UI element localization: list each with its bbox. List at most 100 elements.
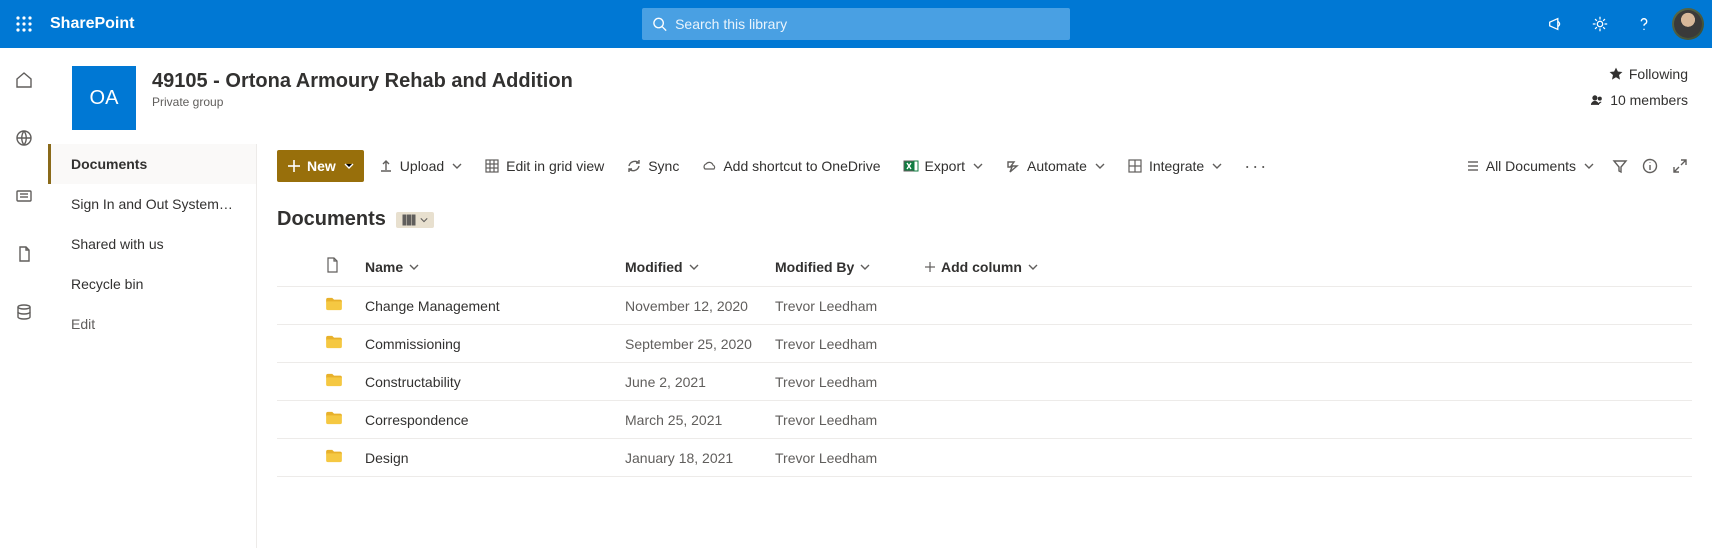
search-box[interactable] xyxy=(642,8,1070,40)
upload-button[interactable]: Upload xyxy=(370,150,470,182)
row-modified: June 2, 2021 xyxy=(617,363,767,401)
row-name[interactable]: Constructability xyxy=(357,363,617,401)
row-select[interactable] xyxy=(277,325,317,363)
grid-icon xyxy=(484,158,500,174)
settings-icon[interactable] xyxy=(1580,0,1620,48)
nav-documents[interactable]: Documents xyxy=(48,144,256,184)
integrate-button[interactable]: Integrate xyxy=(1119,150,1230,182)
search-input[interactable] xyxy=(675,16,1060,32)
folder-icon xyxy=(325,297,343,311)
row-modified-by[interactable]: Trevor Leedham xyxy=(767,325,917,363)
command-bar: New Upload Edit in grid view S xyxy=(257,144,1712,188)
row-select[interactable] xyxy=(277,401,317,439)
help-icon[interactable] xyxy=(1624,0,1664,48)
following-button[interactable]: Following xyxy=(1590,66,1688,82)
row-spacer xyxy=(1057,363,1692,401)
members-label: 10 members xyxy=(1610,92,1688,108)
nav-recycle-bin[interactable]: Recycle bin xyxy=(48,264,256,304)
row-select[interactable] xyxy=(277,439,317,477)
nav-shared-with-us[interactable]: Shared with us xyxy=(48,224,256,264)
new-button[interactable]: New xyxy=(277,150,364,182)
header-row: Name Modified Modified By Add column xyxy=(277,247,1692,287)
type-header[interactable] xyxy=(317,247,357,287)
row-name[interactable]: Correspondence xyxy=(357,401,617,439)
library-heading-row: Documents xyxy=(257,188,1712,239)
view-switcher[interactable] xyxy=(396,212,434,228)
row-select[interactable] xyxy=(277,287,317,325)
export-button[interactable]: Export xyxy=(895,150,991,182)
row-type xyxy=(317,439,357,477)
row-name[interactable]: Design xyxy=(357,439,617,477)
more-button[interactable]: ··· xyxy=(1236,156,1276,177)
sync-button[interactable]: Sync xyxy=(618,150,687,182)
onedrive-icon xyxy=(701,158,717,174)
nav-edit[interactable]: Edit xyxy=(51,304,256,344)
nav-signin-system[interactable]: Sign In and Out System (... xyxy=(48,184,256,224)
modified-header-label: Modified xyxy=(625,259,683,275)
row-spacer xyxy=(1057,439,1692,477)
row-modified-by[interactable]: Trevor Leedham xyxy=(767,287,917,325)
row-empty xyxy=(917,363,1057,401)
expand-button[interactable] xyxy=(1668,150,1692,182)
edit-grid-button[interactable]: Edit in grid view xyxy=(476,150,612,182)
view-selector[interactable]: All Documents xyxy=(1456,150,1602,182)
globe-icon[interactable] xyxy=(4,118,44,158)
home-icon[interactable] xyxy=(4,60,44,100)
site-title[interactable]: 49105 - Ortona Armoury Rehab and Additio… xyxy=(152,70,573,93)
row-modified-by[interactable]: Trevor Leedham xyxy=(767,439,917,477)
site-meta: 49105 - Ortona Armoury Rehab and Additio… xyxy=(152,66,573,109)
site-tile[interactable]: OA xyxy=(72,66,136,130)
sync-icon xyxy=(626,158,642,174)
main-pane: New Upload Edit in grid view S xyxy=(256,144,1712,548)
search-icon xyxy=(652,16,667,32)
brand-label[interactable]: SharePoint xyxy=(50,15,134,33)
add-column-header[interactable]: Add column xyxy=(917,247,1057,287)
excel-icon xyxy=(903,158,919,174)
megaphone-icon[interactable] xyxy=(1536,0,1576,48)
chevron-down-icon xyxy=(420,216,428,224)
members-button[interactable]: 10 members xyxy=(1590,92,1688,108)
row-select[interactable] xyxy=(277,363,317,401)
app-rail xyxy=(0,48,48,548)
row-name[interactable]: Change Management xyxy=(357,287,617,325)
news-icon[interactable] xyxy=(4,176,44,216)
chevron-down-icon xyxy=(689,262,699,272)
table-row[interactable]: ConstructabilityJune 2, 2021Trevor Leedh… xyxy=(277,363,1692,401)
export-label: Export xyxy=(925,158,965,174)
row-type xyxy=(317,401,357,439)
chevron-down-icon xyxy=(1028,262,1038,272)
suite-actions xyxy=(1536,0,1712,48)
files-icon[interactable] xyxy=(4,234,44,274)
table-row[interactable]: CorrespondenceMarch 25, 2021Trevor Leedh… xyxy=(277,401,1692,439)
table-row[interactable]: Change ManagementNovember 12, 2020Trevor… xyxy=(277,287,1692,325)
row-spacer xyxy=(1057,325,1692,363)
site-subtitle: Private group xyxy=(152,95,573,109)
row-name[interactable]: Commissioning xyxy=(357,325,617,363)
modifiedby-header[interactable]: Modified By xyxy=(767,247,917,287)
modified-header[interactable]: Modified xyxy=(617,247,767,287)
table-row[interactable]: CommissioningSeptember 25, 2020Trevor Le… xyxy=(277,325,1692,363)
lists-icon[interactable] xyxy=(4,292,44,332)
app-launcher-icon[interactable] xyxy=(0,0,48,48)
view-label: All Documents xyxy=(1486,158,1576,174)
name-header[interactable]: Name xyxy=(357,247,617,287)
chevron-down-icon xyxy=(452,161,462,171)
shortcut-button[interactable]: Add shortcut to OneDrive xyxy=(693,150,888,182)
shortcut-label: Add shortcut to OneDrive xyxy=(723,158,880,174)
table-row[interactable]: DesignJanuary 18, 2021Trevor Leedham xyxy=(277,439,1692,477)
filter-button[interactable] xyxy=(1608,150,1632,182)
info-button[interactable] xyxy=(1638,150,1662,182)
chevron-down-icon xyxy=(973,161,983,171)
columns: Documents Sign In and Out System (... Sh… xyxy=(48,144,1712,548)
chevron-down-icon xyxy=(860,262,870,272)
people-icon xyxy=(1590,93,1604,107)
automate-button[interactable]: Automate xyxy=(997,150,1113,182)
user-avatar[interactable] xyxy=(1672,8,1704,40)
row-modified-by[interactable]: Trevor Leedham xyxy=(767,363,917,401)
upload-label: Upload xyxy=(400,158,444,174)
select-all-header[interactable] xyxy=(277,247,317,287)
chevron-down-icon xyxy=(409,262,419,272)
row-modified-by[interactable]: Trevor Leedham xyxy=(767,401,917,439)
add-column-label: Add column xyxy=(941,259,1022,275)
plus-icon xyxy=(925,262,935,272)
